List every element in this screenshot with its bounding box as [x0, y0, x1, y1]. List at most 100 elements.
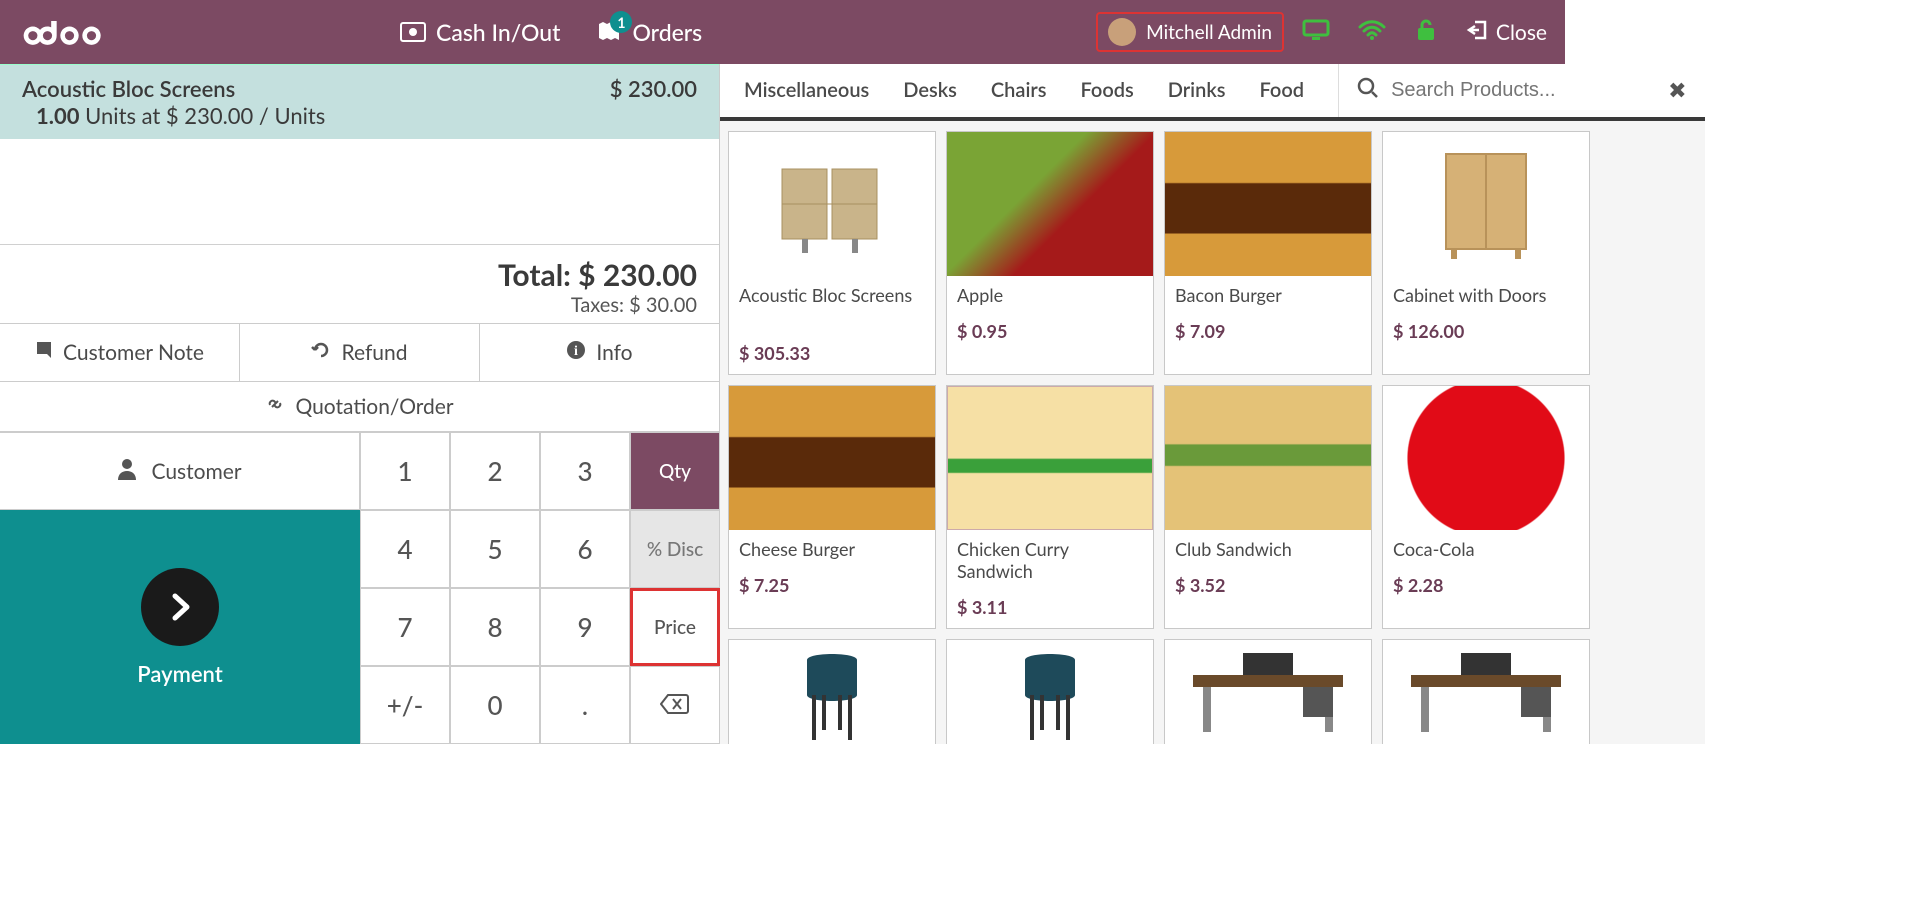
clear-search-icon[interactable]: ✖ — [1668, 76, 1686, 104]
product-price: $ 3.52 — [1175, 574, 1361, 596]
numkey-3[interactable]: 3 — [540, 432, 630, 510]
mode-qty[interactable]: Qty — [630, 432, 720, 510]
category-drinks[interactable]: Drinks — [1168, 78, 1226, 102]
product-card[interactable] — [1164, 639, 1372, 744]
numkey-6[interactable]: 6 — [540, 510, 630, 588]
orders-badge: 1 — [610, 11, 632, 33]
numkey-8[interactable]: 8 — [450, 588, 540, 666]
search-input[interactable] — [1391, 79, 1656, 102]
product-name: Bacon Burger — [1175, 284, 1361, 308]
product-image — [1383, 132, 1589, 276]
refund-button[interactable]: Refund — [240, 324, 480, 381]
product-image — [947, 640, 1153, 744]
numkey-0[interactable]: 0 — [450, 666, 540, 744]
numkey-1[interactable]: 1 — [360, 432, 450, 510]
order-totals: Total: $ 230.00 Taxes: $ 30.00 — [0, 245, 719, 323]
category-miscellaneous[interactable]: Miscellaneous — [744, 78, 869, 102]
product-grid: Acoustic Bloc Screens $ 305.33 Apple $ 0.95… — [720, 121, 1705, 744]
info-button[interactable]: i Info — [480, 324, 719, 381]
order-line[interactable]: Acoustic Bloc Screens $ 230.00 1.00 Unit… — [0, 64, 719, 139]
info-label: Info — [596, 340, 632, 365]
backspace-key[interactable] — [630, 666, 720, 744]
svg-text:i: i — [574, 344, 578, 359]
mode-disc[interactable]: % Disc — [630, 510, 720, 588]
product-card[interactable] — [1382, 639, 1590, 744]
product-name: Cabinet with Doors — [1393, 284, 1579, 308]
category-bar: Miscellaneous Desks Chairs Foods Drinks … — [720, 64, 1705, 121]
product-price: $ 2.28 — [1393, 574, 1579, 596]
wifi-icon[interactable] — [1358, 19, 1386, 45]
product-image — [1383, 386, 1589, 530]
person-icon — [117, 458, 137, 485]
link-icon — [265, 394, 285, 419]
customer-note-label: Customer Note — [63, 340, 204, 365]
ticket-icon: 1 — [596, 21, 622, 43]
numkey-7[interactable]: 7 — [360, 588, 450, 666]
product-card[interactable]: Club Sandwich$ 3.52 — [1164, 385, 1372, 629]
numkey-2[interactable]: 2 — [450, 432, 540, 510]
numkey-dot[interactable]: . — [540, 666, 630, 744]
product-name: Acoustic Bloc Screens — [739, 284, 925, 330]
category-food[interactable]: Food — [1260, 78, 1305, 102]
unlock-icon[interactable] — [1414, 18, 1438, 46]
close-label: Close — [1496, 20, 1547, 45]
product-name: Coca-Cola — [1393, 538, 1579, 562]
product-image — [947, 386, 1153, 530]
product-image — [1383, 640, 1589, 744]
product-image — [729, 640, 935, 744]
product-card[interactable]: Apple $ 0.95 — [946, 131, 1154, 375]
product-price: $ 0.95 — [957, 320, 1143, 342]
category-desks[interactable]: Desks — [903, 78, 957, 102]
odoo-logo[interactable] — [0, 14, 150, 50]
product-name: Apple — [957, 284, 1143, 308]
customer-button[interactable]: Customer — [0, 432, 360, 510]
quotation-button[interactable]: Quotation/Order — [0, 382, 719, 432]
category-chairs[interactable]: Chairs — [991, 78, 1047, 102]
product-name: Chicken Curry Sandwich — [957, 538, 1143, 584]
mode-price[interactable]: Price — [630, 588, 720, 666]
product-price: $ 7.09 — [1175, 320, 1361, 342]
numkey-plus-minus[interactable]: +/- — [360, 666, 450, 744]
payment-label: Payment — [137, 660, 223, 687]
cash-label: Cash In/Out — [436, 18, 560, 46]
customer-note-button[interactable]: Customer Note — [0, 324, 240, 381]
product-card[interactable]: Coca-Cola $ 2.28 — [1382, 385, 1590, 629]
cash-in-out-button[interactable]: Cash In/Out — [400, 18, 560, 46]
product-card[interactable]: Acoustic Bloc Screens $ 305.33 — [728, 131, 936, 375]
user-name: Mitchell Admin — [1146, 21, 1272, 44]
orders-button[interactable]: 1 Orders — [596, 18, 702, 46]
product-price: $ 126.00 — [1393, 320, 1579, 342]
product-card[interactable]: Chicken Curry Sandwich$ 3.11 — [946, 385, 1154, 629]
close-button[interactable]: Close — [1466, 19, 1547, 46]
product-card[interactable]: Bacon Burger $ 7.09 — [1164, 131, 1372, 375]
refund-label: Refund — [341, 340, 407, 365]
payment-button[interactable]: Payment — [0, 510, 360, 744]
chevron-right-icon — [141, 568, 219, 646]
numkey-9[interactable]: 9 — [540, 588, 630, 666]
quotation-label: Quotation/Order — [295, 394, 453, 419]
numkey-5[interactable]: 5 — [450, 510, 540, 588]
orderline-total: $ 230.00 — [610, 75, 697, 102]
product-image — [729, 132, 935, 276]
orderline-name: Acoustic Bloc Screens — [22, 75, 235, 102]
avatar-icon — [1108, 18, 1136, 46]
product-card[interactable] — [946, 639, 1154, 744]
product-card[interactable] — [728, 639, 936, 744]
info-icon: i — [566, 340, 586, 365]
product-image — [729, 386, 935, 530]
numkey-4[interactable]: 4 — [360, 510, 450, 588]
cash-icon — [400, 22, 426, 42]
product-image — [1165, 132, 1371, 276]
orders-label: Orders — [632, 18, 702, 46]
order-total: Total: $ 230.00 — [22, 257, 697, 293]
product-image — [947, 132, 1153, 276]
product-price: $ 7.25 — [739, 574, 925, 596]
refund-icon — [311, 340, 331, 365]
customer-label: Customer — [151, 459, 241, 484]
product-price: $ 305.33 — [739, 342, 925, 364]
product-card[interactable]: Cheese Burger$ 7.25 — [728, 385, 936, 629]
display-icon[interactable] — [1302, 19, 1330, 45]
user-menu[interactable]: Mitchell Admin — [1096, 12, 1284, 52]
product-card[interactable]: Cabinet with Doors $ 126.00 — [1382, 131, 1590, 375]
category-foods[interactable]: Foods — [1080, 78, 1133, 102]
